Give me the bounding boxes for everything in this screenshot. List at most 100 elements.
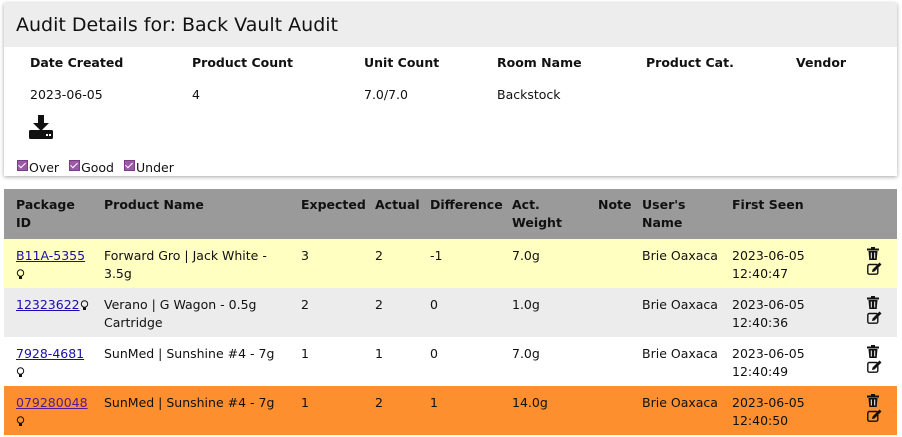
edit-icon[interactable] [867,360,882,373]
col-first-seen[interactable]: First Seen [720,189,845,239]
trash-icon[interactable] [867,247,879,260]
cell-user-name: Brie Oaxaca [642,248,718,263]
value-unit-count: 7.0/7.0 [364,87,408,102]
table-header-row: Package ID Product Name Expected Actual … [4,189,897,239]
cell-difference: 1 [430,395,438,410]
label-product-count: Product Count [192,55,294,70]
cell-difference: 0 [430,297,438,312]
cell-user-name: Brie Oaxaca [642,346,718,361]
label-vendor: Vendor [796,55,847,70]
first-seen-time: 12:40:50 [732,413,789,428]
cell-product-name: Verano | G Wagon - 0.5g Cartridge [104,297,257,330]
col-product-name[interactable]: Product Name [92,189,289,239]
cell-act-weight: 7.0g [512,248,540,263]
cell-user-name: Brie Oaxaca [642,297,718,312]
page-title: Audit Details for: Back Vault Audit [4,3,897,47]
cell-expected: 3 [301,248,309,263]
package-link[interactable]: 12323622 [16,297,80,312]
label-room-name: Room Name [497,55,582,70]
cell-act-weight: 14.0g [512,395,548,410]
filter-under[interactable]: Under [124,160,174,175]
table-row: 7928-4681 SunMed | Sunshine #4 - 7g 1 1 … [4,337,897,386]
edit-icon[interactable] [867,262,882,275]
cell-actions [845,337,897,386]
col-users-name[interactable]: User's Name [630,189,720,239]
filter-under-label: Under [136,160,174,175]
checkbox-under[interactable] [124,160,135,171]
cell-package-id: 12323622 [4,288,92,337]
cell-expected: 1 [301,395,309,410]
cell-difference: 0 [430,346,438,361]
filter-over-label: Over [29,160,60,175]
edit-icon[interactable] [867,311,882,324]
cell-actions [845,386,897,435]
trash-icon[interactable] [867,345,879,358]
cell-note [586,337,630,386]
cell-actual: 2 [375,395,383,410]
audit-items-table: Package ID Product Name Expected Actual … [4,189,897,435]
col-note[interactable]: Note [586,189,632,239]
value-room-name: Backstock [497,87,561,102]
audit-details-card: Audit Details for: Back Vault Audit Date… [4,3,897,176]
status-filters: Over Good Under [17,160,174,175]
cell-act-weight: 7.0g [512,346,540,361]
cell-package-id: B11A-5355 [4,239,92,288]
cell-product-name: SunMed | Sunshine #4 - 7g [104,346,275,361]
first-seen-date: 2023-06-05 [732,297,805,312]
cell-product-name: SunMed | Sunshine #4 - 7g [104,395,275,410]
col-difference[interactable]: Difference [418,189,503,239]
cell-note [586,239,630,288]
lightbulb-icon[interactable] [16,367,25,378]
first-seen-date: 2023-06-05 [732,346,805,361]
table-row: 12323622 Verano | G Wagon - 0.5g Cartrid… [4,288,897,337]
cell-actual: 1 [375,346,383,361]
filter-good[interactable]: Good [69,160,114,175]
cell-note [586,288,630,337]
cell-actions [845,239,897,288]
col-package-id[interactable]: Package ID [4,189,92,239]
lightbulb-icon[interactable] [16,269,25,280]
cell-first-seen: 2023-06-05 12:40:36 [720,288,845,337]
cell-actual: 2 [375,248,383,263]
cell-difference: -1 [430,248,443,263]
col-expected[interactable]: Expected [289,189,366,239]
trash-icon[interactable] [867,296,879,309]
cell-act-weight: 1.0g [512,297,540,312]
cell-first-seen: 2023-06-05 12:40:49 [720,337,845,386]
cell-first-seen: 2023-06-05 12:40:50 [720,386,845,435]
col-actual[interactable]: Actual [363,189,420,239]
cell-user-name: Brie Oaxaca [642,395,718,410]
table-row: 079280048 SunMed | Sunshine #4 - 7g 1 2 … [4,386,897,435]
cell-actions [845,288,897,337]
label-date-created: Date Created [30,55,124,70]
first-seen-time: 12:40:49 [732,364,789,379]
package-link[interactable]: B11A-5355 [16,248,85,263]
label-product-cat: Product Cat. [646,55,734,70]
cell-expected: 2 [301,297,309,312]
cell-note [586,386,630,435]
filter-good-label: Good [81,160,114,175]
cell-package-id: 7928-4681 [4,337,92,386]
lightbulb-icon[interactable] [80,300,89,311]
lightbulb-icon[interactable] [16,416,25,427]
first-seen-date: 2023-06-05 [732,248,805,263]
col-act-weight[interactable]: Act. Weight [500,189,586,239]
trash-icon[interactable] [867,394,879,407]
checkbox-over[interactable] [17,160,28,171]
first-seen-time: 12:40:47 [732,266,789,281]
checkbox-good[interactable] [69,160,81,171]
col-actions [845,189,897,239]
table-row: B11A-5355 Forward Gro | Jack White - 3.5… [4,239,897,288]
filter-over[interactable]: Over [17,160,59,175]
cell-first-seen: 2023-06-05 12:40:47 [720,239,845,288]
cell-actual: 2 [375,297,383,312]
cell-expected: 1 [301,346,309,361]
edit-icon[interactable] [867,409,882,422]
label-unit-count: Unit Count [364,55,440,70]
download-icon[interactable] [28,115,54,139]
value-date-created: 2023-06-05 [30,87,103,102]
package-link[interactable]: 7928-4681 [16,346,84,361]
value-product-count: 4 [192,87,200,102]
cell-product-name: Forward Gro | Jack White - 3.5g [104,248,267,281]
package-link[interactable]: 079280048 [16,395,88,410]
